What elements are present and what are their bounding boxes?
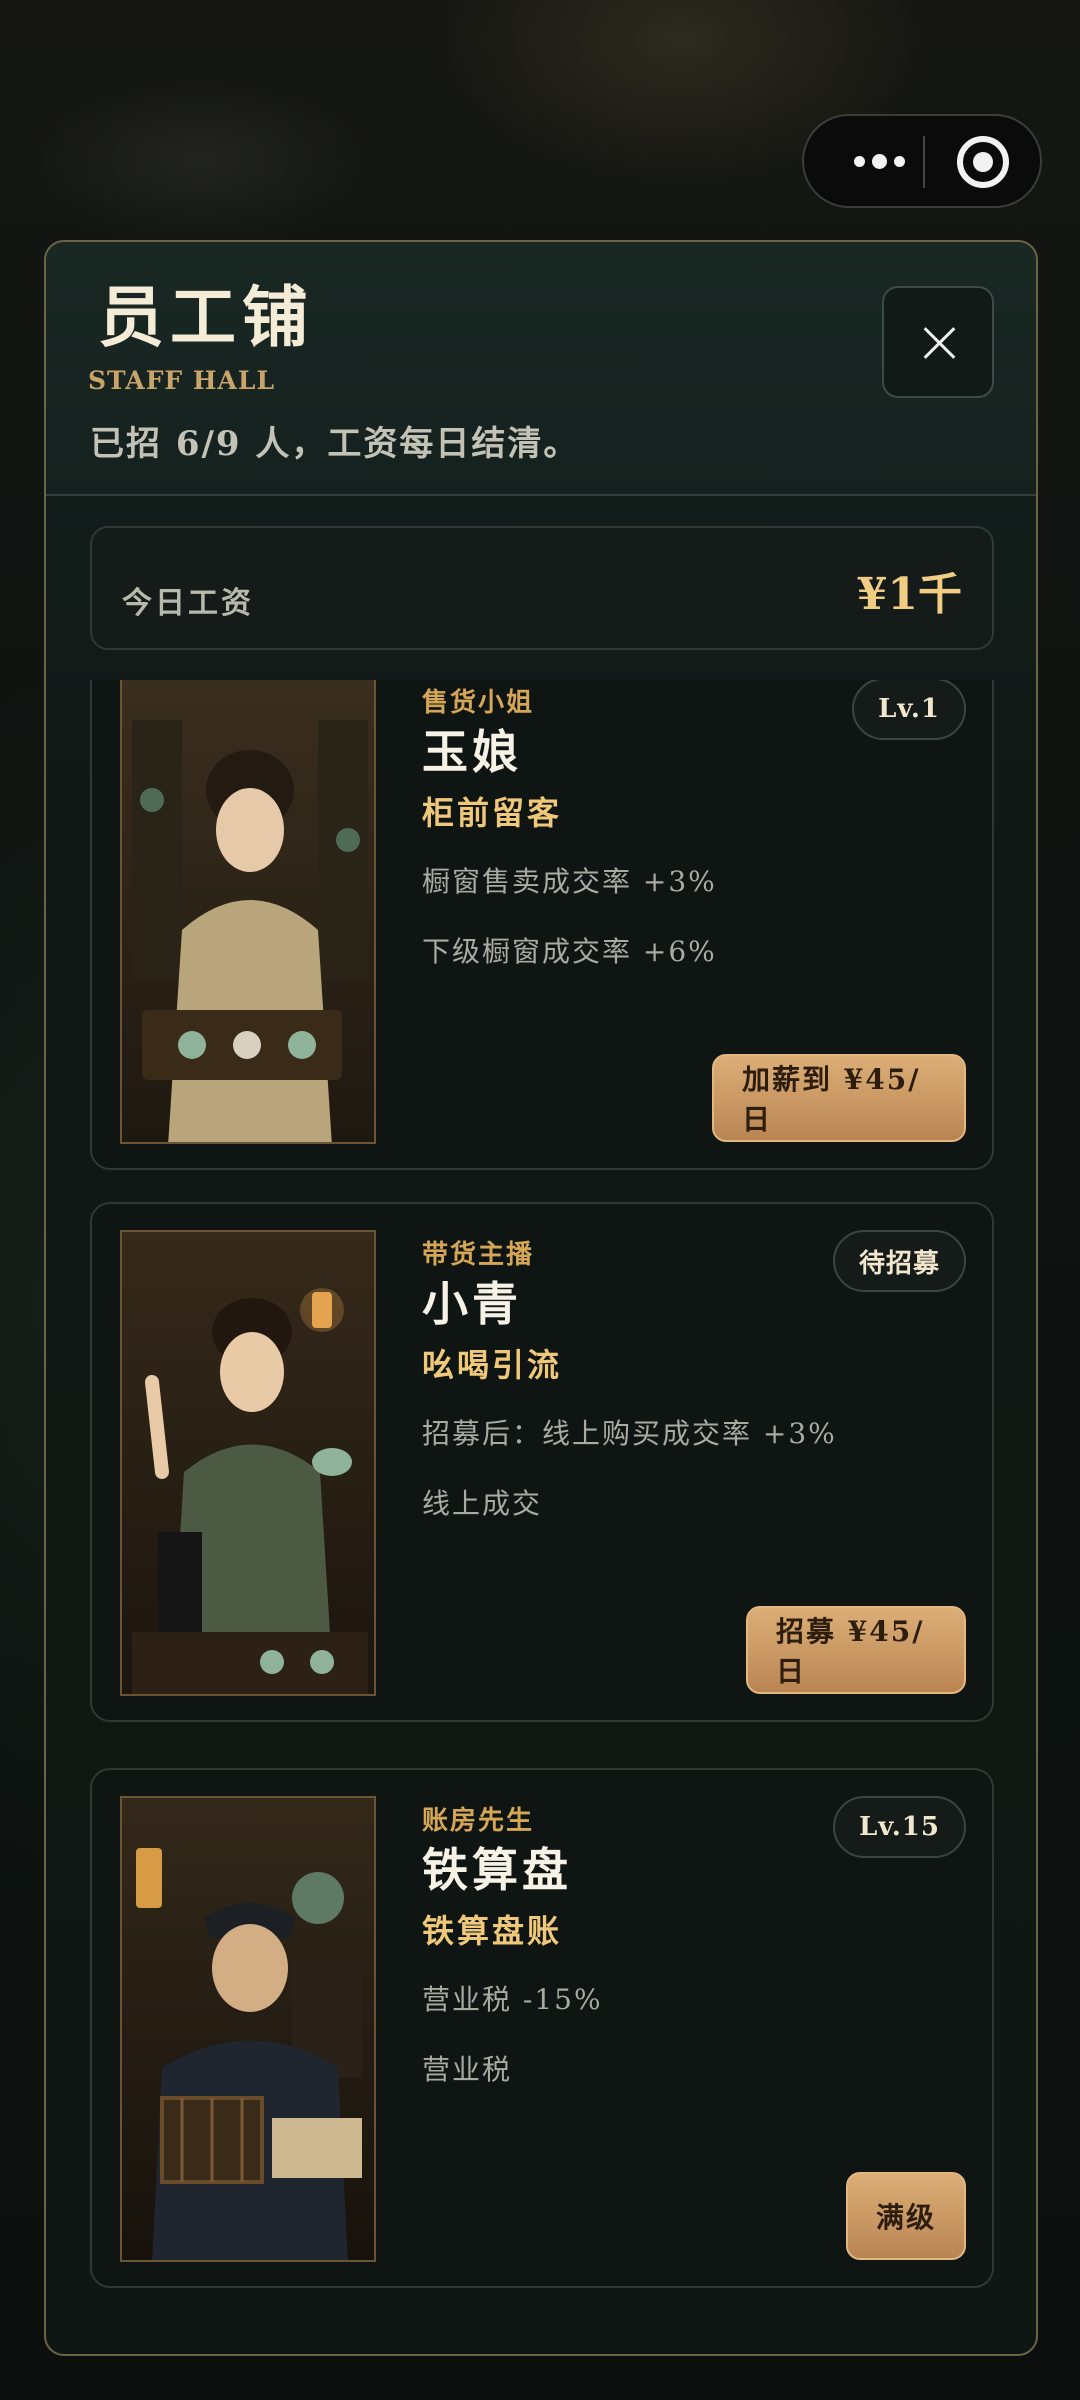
hire-status-text: 已招 6/9 人，工资每日结清。 — [90, 424, 580, 464]
close-icon[interactable] — [882, 286, 994, 398]
level-badge: Lv.1 — [852, 680, 966, 740]
staff-card: 账房先生 铁算盘 铁算盘账 营业税 -15% 营业税 Lv.15 满级 — [90, 1768, 994, 2288]
staff-effect: 营业税 — [422, 2053, 513, 2086]
staff-skill: 铁算盘账 — [422, 1912, 563, 1950]
staff-name: 小青 — [422, 1277, 522, 1331]
staff-effect: 下级橱窗成交率 +6% — [422, 935, 717, 968]
staff-role: 带货主播 — [422, 1240, 535, 1270]
staff-card: 售货小姐 玉娘 柜前留客 橱窗售卖成交率 +3% 下级橱窗成交率 +6% Lv.… — [90, 680, 994, 1170]
daily-wage-box: 今日工资 ¥1千 — [90, 526, 994, 650]
staff-effect: 橱窗售卖成交率 +3% — [422, 865, 717, 898]
staff-name: 玉娘 — [422, 725, 522, 779]
daily-wage-value: ¥1千 — [856, 569, 962, 620]
target-circle-icon[interactable] — [957, 136, 1009, 188]
mini-program-capsule — [802, 114, 1042, 208]
staff-portrait — [120, 680, 376, 1144]
daily-wage-label: 今日工资 — [122, 586, 254, 621]
staff-skill: 吆喝引流 — [422, 1346, 563, 1384]
staff-effect: 线上成交 — [422, 1487, 543, 1520]
page-title: 员工铺 — [98, 278, 314, 356]
staff-effect: 招募后：线上购买成交率 +3% — [422, 1417, 837, 1450]
staff-list[interactable]: 售货小姐 玉娘 柜前留客 橱窗售卖成交率 +3% 下级橱窗成交率 +6% Lv.… — [46, 680, 1036, 2348]
status-badge: 待招募 — [832, 1230, 966, 1292]
more-dots-icon[interactable] — [834, 116, 924, 206]
level-badge: Lv.15 — [832, 1796, 966, 1858]
recruit-button[interactable]: 招募 ¥45/日 — [746, 1606, 966, 1694]
capsule-divider — [923, 136, 925, 188]
max-level-button[interactable]: 满级 — [846, 2172, 966, 2260]
staff-skill: 柜前留客 — [422, 794, 563, 832]
staff-hall-panel: 员工铺 STAFF HALL 已招 6/9 人，工资每日结清。 今日工资 ¥1千 — [44, 240, 1038, 2356]
panel-header: 员工铺 STAFF HALL 已招 6/9 人，工资每日结清。 — [46, 242, 1036, 496]
staff-role: 售货小姐 — [422, 688, 535, 718]
staff-role: 账房先生 — [422, 1806, 535, 1836]
page-subtitle-en: STAFF HALL — [88, 366, 276, 395]
staff-portrait — [120, 1796, 376, 2262]
raise-salary-button[interactable]: 加薪到 ¥45/日 — [712, 1054, 966, 1142]
staff-portrait — [120, 1230, 376, 1696]
staff-effect: 营业税 -15% — [422, 1983, 603, 2016]
staff-card: 带货主播 小青 吆喝引流 招募后：线上购买成交率 +3% 线上成交 待招募 招募… — [90, 1202, 994, 1722]
staff-name: 铁算盘 — [422, 1843, 572, 1897]
